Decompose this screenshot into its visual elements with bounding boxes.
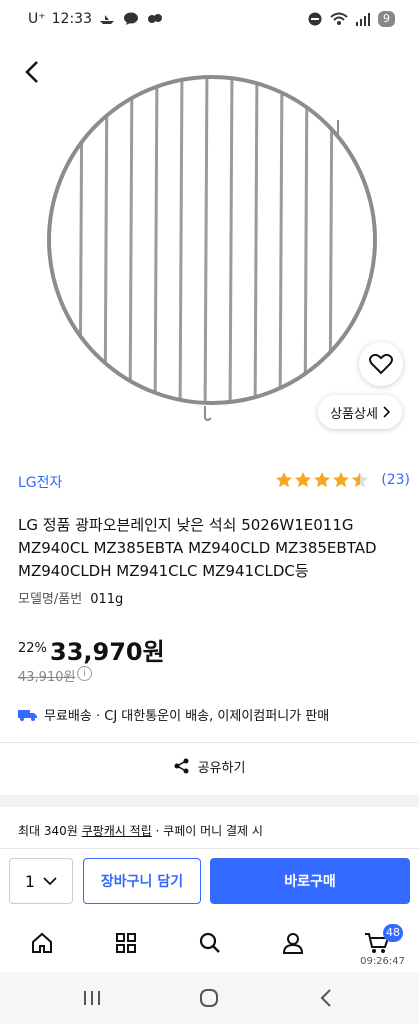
android-nav-bar — [0, 972, 419, 1024]
system-back-button[interactable] — [314, 986, 338, 1010]
signal-icon — [354, 11, 372, 27]
sale-price: 33,970원 — [50, 638, 165, 666]
quantity-value: 1 — [24, 871, 36, 891]
add-to-cart-button[interactable]: 장바구니 담기 — [83, 858, 201, 904]
home-icon — [32, 932, 52, 953]
purchase-bar: 1 장바구니 담기 바로구매 — [0, 848, 419, 912]
model-row: 모델명/품번 011g — [18, 588, 123, 607]
share-button[interactable]: 공유하기 — [0, 752, 419, 780]
boat-icon — [98, 11, 116, 27]
recent-apps-button[interactable] — [80, 986, 104, 1010]
wishlist-button[interactable] — [359, 342, 403, 386]
truck-icon — [18, 709, 37, 721]
detail-button-label: 상품상세 — [330, 406, 378, 422]
delivery-info: 무료배송 · CJ 대한통운이 배송, 이제이컴퍼니가 판매 — [18, 705, 329, 724]
product-image[interactable] — [0, 44, 419, 444]
product-detail-button[interactable]: 상품상세 — [318, 395, 402, 429]
chevron-right-icon — [383, 406, 390, 418]
dnd-icon — [306, 11, 324, 27]
product-title: LG 정품 광파오븐레인지 낮은 석쇠 5026W1E011G MZ940CL … — [18, 516, 377, 580]
delivery-text: 무료배송 · CJ 대한통운이 배송, 이제이컴퍼니가 판매 — [44, 709, 330, 724]
section-divider — [0, 795, 419, 807]
brand-link[interactable]: LG전자 — [18, 472, 62, 492]
battery-indicator: 9 — [378, 11, 395, 27]
heart-icon — [369, 353, 393, 375]
status-time: 12:33 — [51, 11, 92, 27]
promo-prefix: 최대 340원 — [18, 824, 82, 838]
quantity-select[interactable]: 1 — [9, 858, 73, 904]
home-circle-icon — [200, 989, 218, 1007]
original-price: 43,910원 — [18, 670, 76, 685]
discount-rate: 22% — [18, 641, 47, 656]
buy-now-button[interactable]: 바로구매 — [210, 858, 410, 904]
nav-my-page[interactable] — [278, 928, 308, 958]
chat-icon — [146, 11, 164, 27]
home-system-button[interactable] — [197, 986, 221, 1010]
user-icon — [282, 933, 304, 954]
rating[interactable]: (23) — [275, 471, 410, 489]
share-icon — [174, 758, 189, 774]
chevron-down-icon — [43, 876, 57, 885]
nav-search[interactable] — [195, 928, 225, 958]
search-icon — [199, 932, 220, 953]
cart-count-badge: 48 — [383, 924, 403, 942]
chevron-left-icon — [25, 61, 38, 83]
model-label: 모델명/품번 — [18, 592, 83, 607]
model-value: 011g — [90, 592, 124, 607]
wifi-icon — [330, 11, 348, 27]
back-button[interactable] — [14, 54, 50, 90]
share-label: 공유하기 — [197, 760, 246, 776]
divider — [0, 742, 419, 743]
status-bar: U⁺ 12:33 9 — [0, 0, 419, 44]
promo-text: 최대 340원 쿠팡캐시 적립 · 쿠페이 머니 결제 시 — [18, 822, 263, 839]
clock-label: 09:26:47 — [360, 956, 405, 967]
nav-categories[interactable] — [111, 928, 141, 958]
carrier-label: U⁺ — [28, 11, 46, 27]
rating-count: (23) — [381, 472, 410, 488]
talk-icon — [122, 11, 140, 27]
coupang-cash-link[interactable]: 쿠팡캐시 적립 — [82, 824, 152, 838]
nav-home[interactable] — [27, 928, 57, 958]
star-rating-icon — [276, 472, 369, 488]
back-arrow-icon — [320, 989, 331, 1007]
promo-suffix: · 쿠페이 머니 결제 시 — [151, 824, 263, 838]
info-icon[interactable]: i — [77, 666, 92, 681]
recents-icon — [84, 991, 100, 1005]
bottom-nav — [0, 912, 419, 972]
grid-icon — [116, 933, 136, 953]
